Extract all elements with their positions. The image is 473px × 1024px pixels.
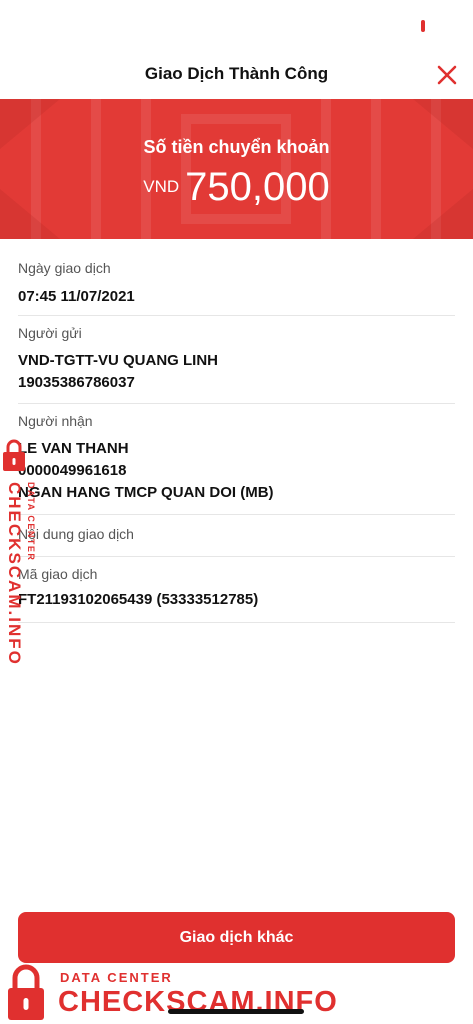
content-label: Nội dung giao dịch	[18, 526, 134, 542]
transaction-details: Ngày giao dịch 07:45 11/07/2021 Người gử…	[18, 249, 455, 623]
watermark-side-small: DATA CENTER	[26, 482, 36, 562]
date-section: Ngày giao dịch 07:45 11/07/2021	[18, 249, 455, 316]
watermark-big-text: CHECKSCAM.INFO	[58, 986, 338, 1018]
amount-currency: VND	[143, 177, 180, 196]
home-indicator[interactable]	[168, 1009, 304, 1014]
date-label: Ngày giao dịch	[18, 260, 111, 276]
recipient-name: LE VAN THANH	[18, 440, 129, 457]
header: Giao Dịch Thành Công	[0, 52, 473, 98]
page-title: Giao Dịch Thành Công	[144, 64, 329, 83]
transaction-id-value: FT21193102065439 (53333512785)	[18, 591, 259, 608]
sender-section: Người gửi VND-TGTT-VU QUANG LINH 1903538…	[18, 316, 455, 404]
watermark-bottom: DATA CENTER CHECKSCAM.INFO	[0, 962, 473, 1024]
close-icon[interactable]	[433, 61, 461, 89]
sender-label: Người gửi	[18, 325, 82, 341]
sender-name: VND-TGTT-VU QUANG LINH	[18, 352, 218, 369]
content-section: Nội dung giao dịch	[18, 515, 455, 557]
sender-account: 19035386786037	[18, 374, 135, 391]
recipient-section: Người nhận LE VAN THANH 0000049961618 NG…	[18, 404, 455, 515]
recipient-account: 0000049961618	[18, 462, 127, 479]
amount-banner: Số tiền chuyển khoản VND 750,000	[0, 99, 473, 239]
date-value: 07:45 11/07/2021	[18, 288, 135, 305]
recipient-bank: NGAN HANG TMCP QUAN DOI (MB)	[18, 484, 274, 501]
recipient-label: Người nhận	[18, 413, 93, 429]
amount-row: VND 750,000	[0, 165, 473, 210]
amount-value: 750,000	[185, 165, 330, 209]
watermark-small-text: DATA CENTER	[60, 970, 173, 985]
transaction-id-label: Mã giao dịch	[18, 566, 98, 582]
transaction-id-section: Mã giao dịch FT21193102065439 (533335127…	[18, 557, 455, 623]
lock-icon	[8, 964, 44, 1020]
status-indicator	[421, 20, 425, 32]
watermark-side: CHECKSCAM.INFO DATA CENTER	[2, 438, 44, 666]
amount-label: Số tiền chuyển khoản	[143, 137, 330, 157]
lock-icon	[3, 439, 25, 471]
watermark-side-big: CHECKSCAM.INFO	[5, 482, 24, 666]
other-transaction-button[interactable]: Giao dịch khác	[18, 912, 455, 963]
